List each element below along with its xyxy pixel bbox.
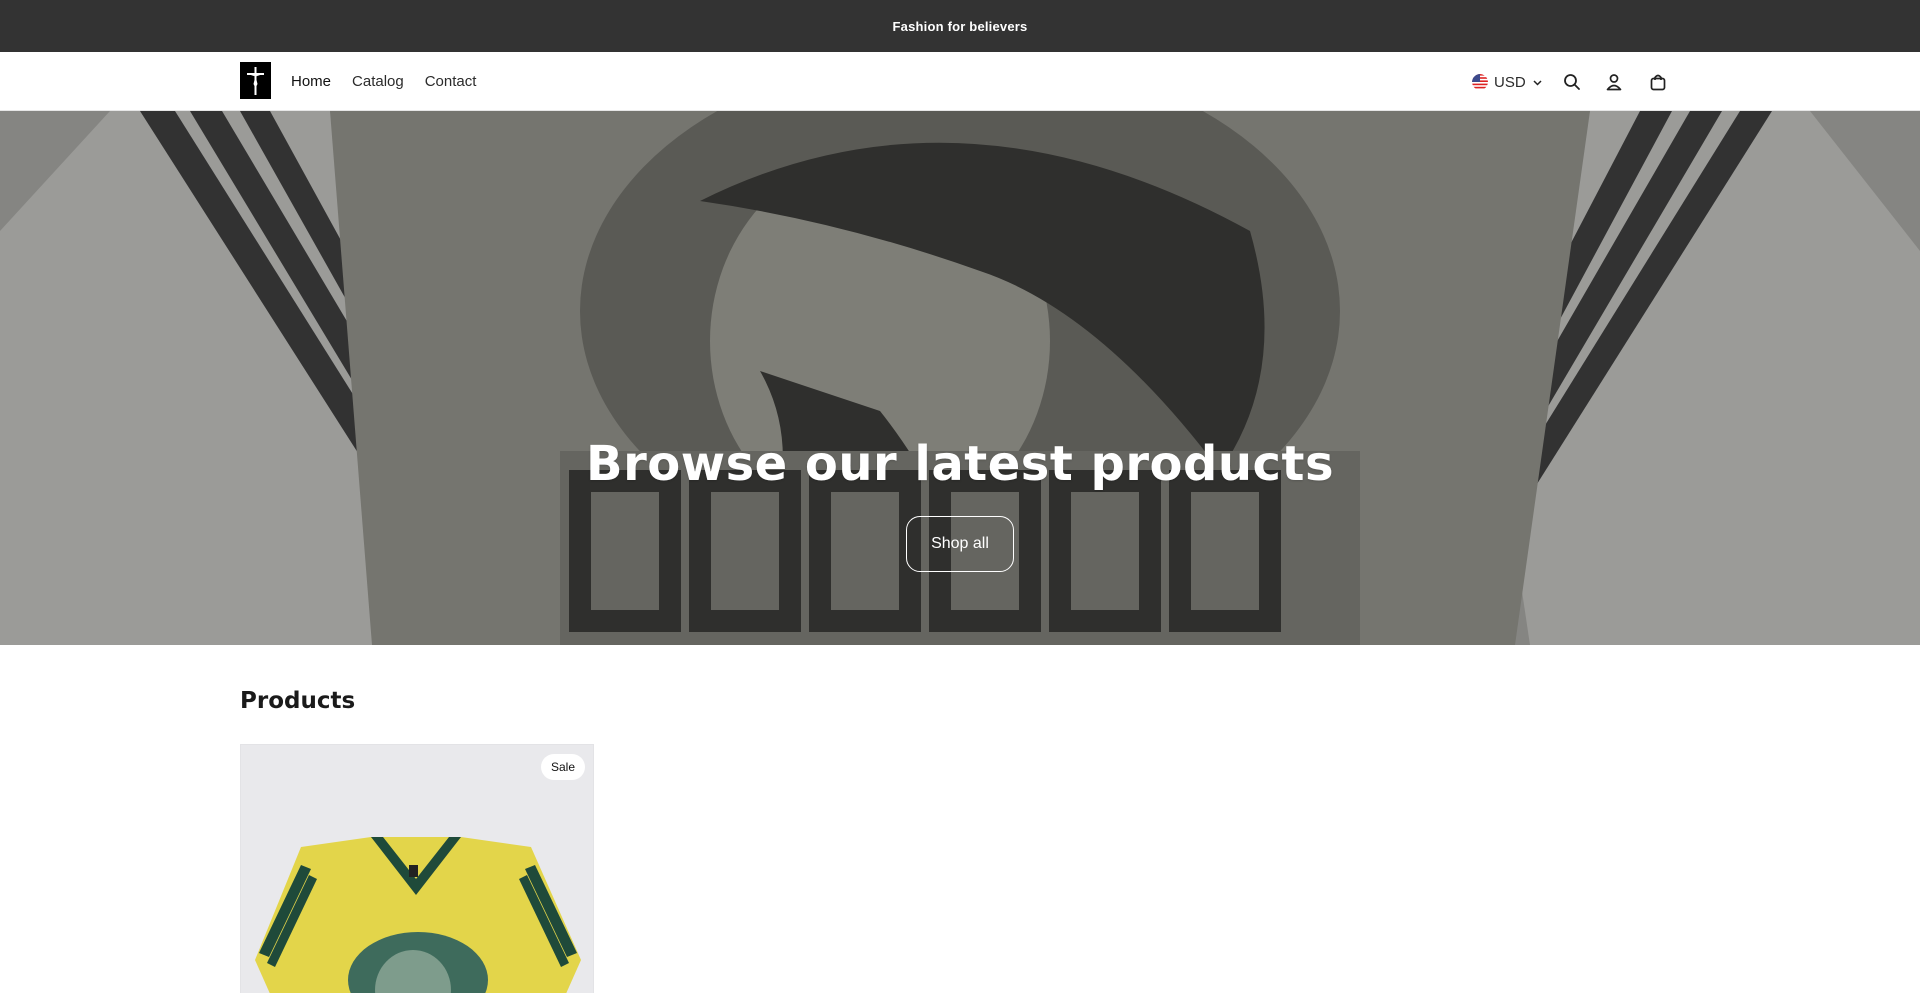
nav-catalog[interactable]: Catalog [352,73,404,90]
announcement-text: Fashion for believers [892,18,1028,34]
shop-all-button[interactable]: Shop all [906,516,1014,572]
search-icon [1564,74,1580,90]
cart-button[interactable] [1644,68,1672,96]
account-icon [1606,74,1622,91]
nav-home[interactable]: Home [291,73,331,90]
us-flag-icon [1472,74,1488,90]
nav-contact[interactable]: Contact [425,73,477,90]
hero-title: Browse our latest products [585,436,1335,492]
cart-icon [1650,74,1666,91]
main-nav: Home Catalog Contact [291,52,497,111]
currency-label: USD [1494,73,1526,91]
hero-banner: Browse our latest products Shop all [0,111,1920,645]
account-button[interactable] [1600,68,1628,96]
search-button[interactable] [1558,68,1586,96]
announcement-bar: Fashion for believers [0,0,1920,52]
currency-selector[interactable]: USD [1472,68,1543,96]
product-image [241,745,593,993]
crucifix-logo-icon [247,67,264,95]
store-logo[interactable] [240,62,271,99]
sale-badge: Sale [540,754,585,780]
chevron-down-icon [1533,79,1542,86]
products-heading: Products [240,688,356,714]
product-card[interactable]: Sale [240,744,594,993]
site-header: Home Catalog Contact USD [0,52,1920,111]
